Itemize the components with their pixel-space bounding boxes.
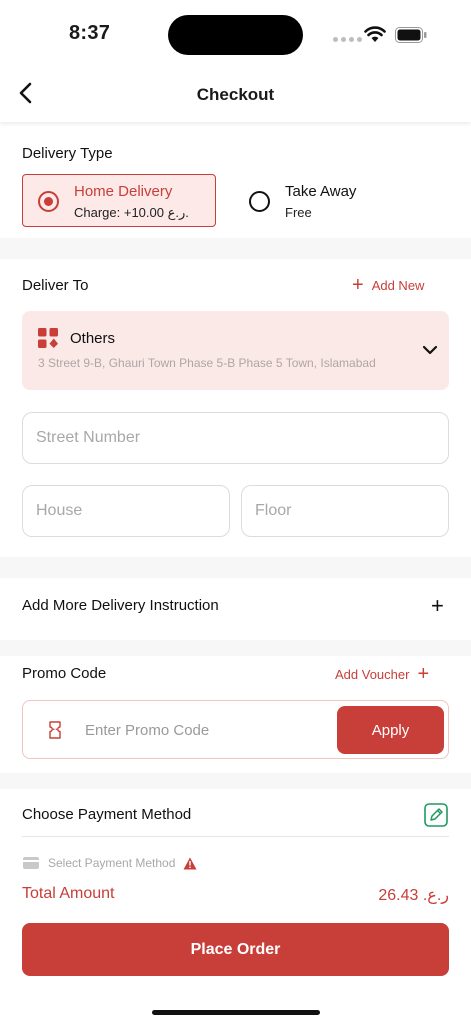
radio-selected-icon xyxy=(38,191,59,212)
checkout-summary-bar: Total Amount ر.ع. 26.43 Place Order xyxy=(0,875,471,1024)
card-icon xyxy=(23,857,39,869)
address-type-label: Others xyxy=(70,330,116,347)
promo-code-box: Apply xyxy=(22,700,449,759)
home-delivery-label: Home Delivery xyxy=(74,183,173,200)
payment-method-title: Choose Payment Method xyxy=(22,806,192,823)
section-divider xyxy=(0,238,471,259)
house-input[interactable] xyxy=(22,485,230,537)
floor-input[interactable] xyxy=(241,485,449,537)
address-dropdown[interactable]: Others 3 Street 9-B, Ghauri Town Phase 5… xyxy=(22,311,449,390)
promo-code-title: Promo Code xyxy=(22,665,107,682)
place-order-button[interactable]: Place Order xyxy=(22,923,449,976)
top-app-bar: Checkout xyxy=(0,70,471,122)
promo-code-input[interactable] xyxy=(85,714,325,746)
voucher-icon xyxy=(49,721,61,739)
category-grid-icon xyxy=(38,328,58,348)
payment-divider xyxy=(22,836,449,837)
home-indicator xyxy=(152,1010,320,1015)
section-divider xyxy=(0,557,471,578)
add-new-label: Add New xyxy=(371,277,425,293)
battery-icon xyxy=(395,27,427,43)
take-away-sub: Free xyxy=(285,205,312,220)
delivery-type-title: Delivery Type xyxy=(22,145,113,162)
section-divider xyxy=(0,640,471,656)
dynamic-island xyxy=(168,15,303,55)
address-text: 3 Street 9-B, Ghauri Town Phase 5-B Phas… xyxy=(38,356,376,370)
apply-button[interactable]: Apply xyxy=(337,706,444,754)
select-payment-label: Select Payment Method xyxy=(48,856,176,870)
street-number-input[interactable] xyxy=(22,412,449,464)
plus-icon: + xyxy=(431,593,444,618)
edit-payment-button[interactable] xyxy=(424,803,448,827)
deliver-to-title: Deliver To xyxy=(22,277,89,294)
warning-icon xyxy=(183,857,197,869)
instruction-label: Add More Delivery Instruction xyxy=(22,597,219,614)
total-amount-label: Total Amount xyxy=(22,885,115,902)
add-new-address-button[interactable]: + Add New xyxy=(352,274,425,296)
chevron-down-icon xyxy=(422,345,438,355)
status-bar: 8:37 xyxy=(0,0,471,70)
add-voucher-label: Add Voucher xyxy=(335,666,410,682)
section-divider xyxy=(0,773,471,789)
select-payment-method[interactable]: Select Payment Method xyxy=(22,856,197,870)
wifi-icon xyxy=(364,26,386,42)
status-time: 8:37 xyxy=(69,22,111,44)
total-amount-value: ر.ع. 26.43 xyxy=(378,887,449,904)
cellular-signal-icon xyxy=(333,37,362,42)
radio-unselected-icon xyxy=(249,191,270,212)
add-voucher-button[interactable]: Add Voucher + xyxy=(335,663,430,685)
plus-icon: + xyxy=(417,663,430,685)
page-title: Checkout xyxy=(196,85,275,104)
add-delivery-instruction-row[interactable]: Add More Delivery Instruction + xyxy=(0,578,471,640)
take-away-label: Take Away xyxy=(285,183,357,200)
home-delivery-charge: Charge: +10.00 ر.ع. xyxy=(74,205,189,220)
plus-icon: + xyxy=(352,274,364,296)
home-delivery-option[interactable]: Home Delivery Charge: +10.00 ر.ع. xyxy=(22,174,216,227)
take-away-option[interactable]: Take Away Free xyxy=(246,178,396,226)
